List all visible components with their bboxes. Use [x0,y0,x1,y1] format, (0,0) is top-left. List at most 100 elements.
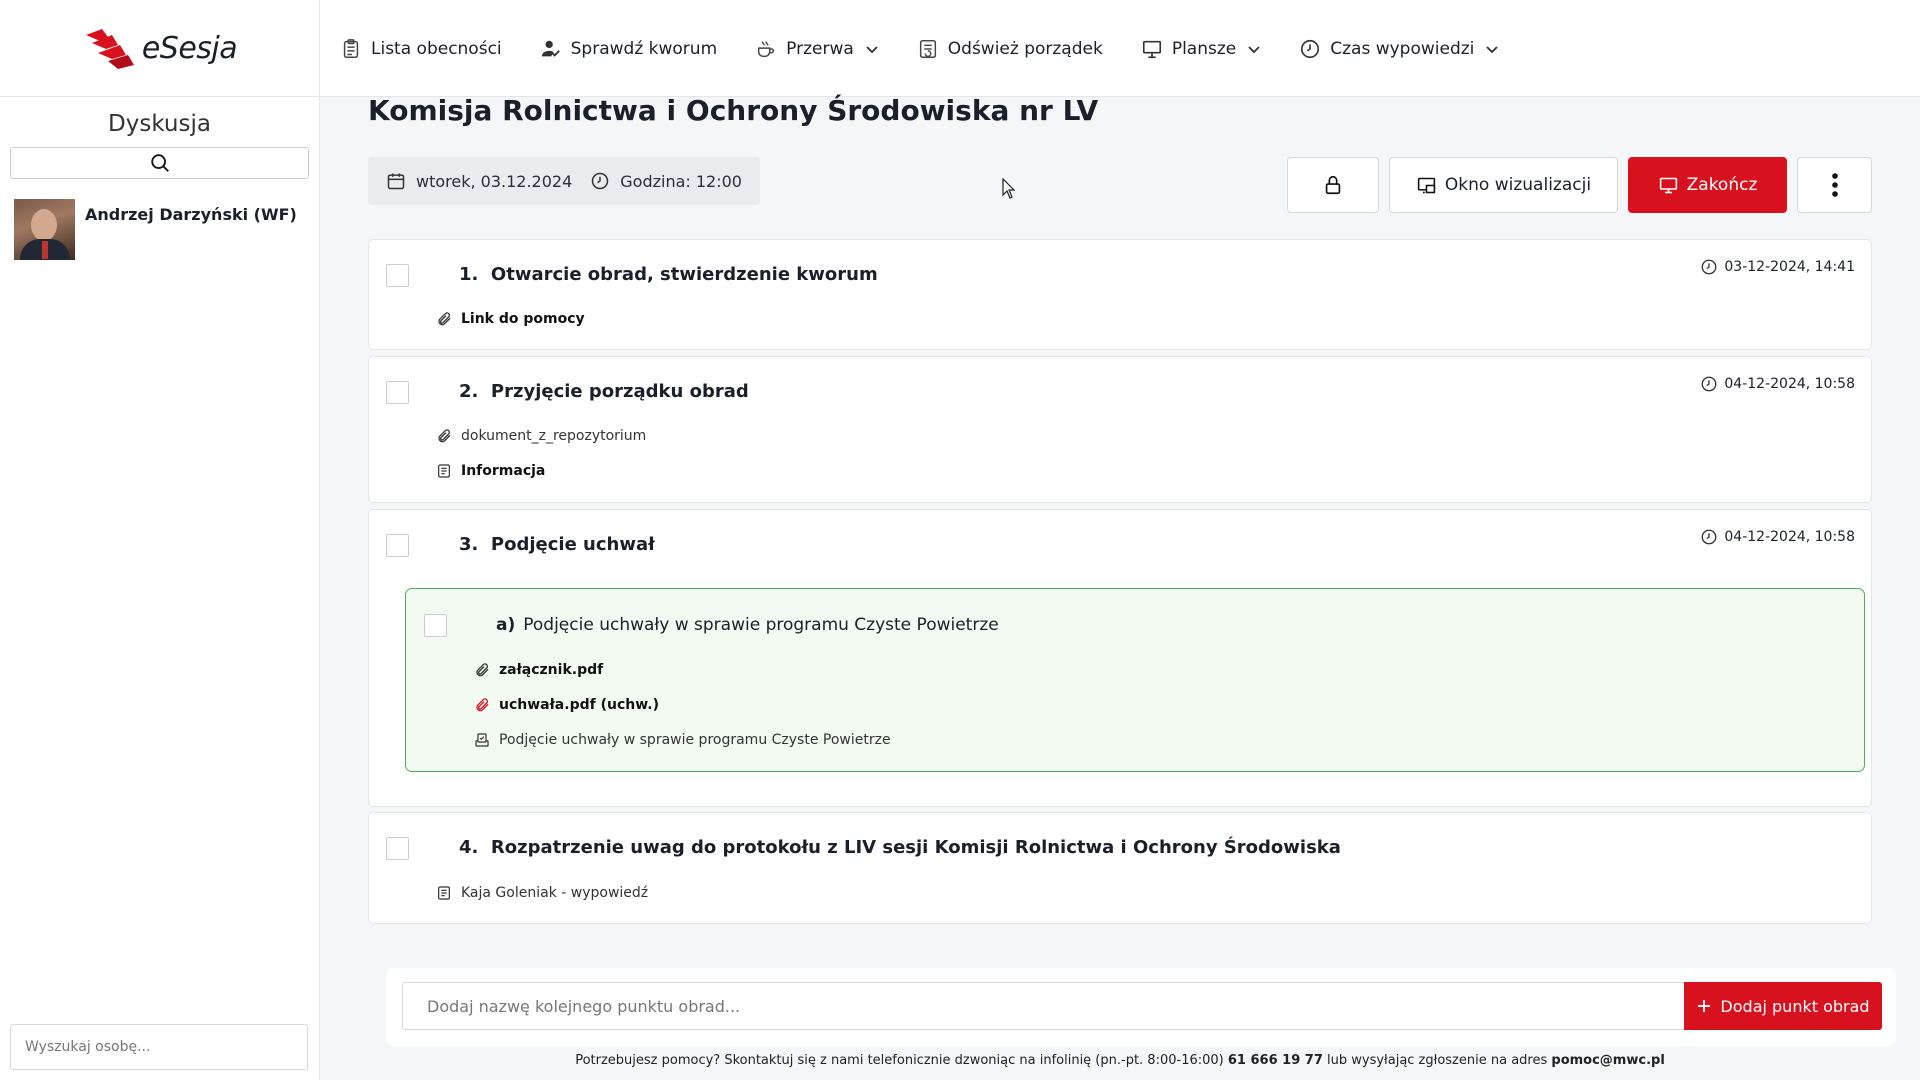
attachment-link[interactable]: uchwała.pdf (uchw.) [474,697,659,713]
attachment-link[interactable]: Link do pomocy [436,311,585,327]
agenda-item: 3. Podjęcie uchwał 04-12-2024, 10:58 a) P… [368,509,1872,807]
mouse-cursor-icon [1002,178,1016,199]
clock-icon [1701,529,1717,545]
vote-icon [475,733,489,747]
more-vertical-icon [1831,173,1838,197]
chevron-down-icon [1486,45,1499,53]
speaker-name: Andrzej Darzyński (WF) [85,205,297,224]
logo[interactable]: eSesja [0,0,320,97]
agenda-item-title-text: Otwarcie obrad, stwierdzenie kworum [490,264,878,285]
window-icon [1417,177,1436,193]
timestamp-text: 03-12-2024, 14:41 [1724,259,1855,275]
nav-refresh-agenda[interactable]: Odśwież porządek [917,38,1103,60]
clock-icon [1701,259,1717,275]
user-check-icon [541,40,560,57]
help-footer: Potrzebujesz pomocy? Skontaktuj się z na… [320,1053,1920,1068]
paperclip-icon [476,663,489,677]
agenda-item-title[interactable]: 1. Otwarcie obrad, stwierdzenie kworum [459,264,878,285]
attachment-label: Informacja [461,463,546,479]
coffee-icon [758,41,775,57]
lock-icon [1325,175,1341,195]
agenda-subitem-checkbox[interactable] [424,614,447,637]
session-time: Godzina: 12:00 [620,171,742,191]
sidebar-title: Dyskusja [108,111,211,137]
calendar-icon [387,173,405,190]
clock-icon [1701,376,1717,392]
agenda-item: 4. Rozpatrzenie uwag do protokołu z LIV … [368,812,1872,924]
agenda-item-checkbox[interactable] [386,534,409,557]
person-search-input[interactable]: Wyszukaj osobę... [10,1024,308,1070]
presentation-icon [1142,40,1161,58]
search-icon [150,154,169,172]
add-agenda-point-label: Dodaj punkt obrad [1720,996,1870,1016]
paperclip-icon [438,429,451,443]
agenda-item-number: 1. [459,264,479,285]
top-bar: eSesja Lista obecności Sprawdź kworum Pr… [0,0,1920,97]
agenda-item-timestamp: 04-12-2024, 10:58 [1700,375,1855,393]
avatar [14,199,75,260]
agenda-item-timestamp: 03-12-2024, 14:41 [1700,258,1855,276]
logo-mark-icon [85,28,134,69]
agenda-item-timestamp: 04-12-2024, 10:58 [1700,528,1855,546]
nav-boards[interactable]: Plansze [1141,38,1261,60]
document-icon [438,886,450,900]
visualization-window-button[interactable]: Okno wizualizacji [1389,157,1618,213]
agenda-item-title[interactable]: 2. Przyjęcie porządku obrad [459,381,749,402]
add-agenda-point-button[interactable]: Dodaj punkt obrad [1684,982,1882,1030]
top-nav: Lista obecności Sprawdź kworum Przerwa O… [340,0,1499,97]
attachment-link[interactable]: Kaja Goleniak - wypowiedź [436,885,648,901]
timestamp-text: 04-12-2024, 10:58 [1724,376,1855,392]
speaker-list-item[interactable]: Andrzej Darzyński (WF) [14,199,319,260]
plus-icon [1698,1000,1711,1012]
new-agenda-point-input[interactable]: Dodaj nazwę kolejnego punktu obrad... [402,982,1686,1030]
nav-label: Lista obecności [371,38,502,59]
agenda-item-title-text: Przyjęcie porządku obrad [490,381,749,402]
agenda-item-title-text: Podjęcie uchwał [490,534,655,555]
attachment-label: Kaja Goleniak - wypowiedź [461,885,649,901]
attachment-link[interactable]: Informacja [436,463,545,479]
agenda-item-checkbox[interactable] [386,381,409,404]
agenda-item-title[interactable]: 3. Podjęcie uchwał [459,534,655,555]
lock-button[interactable] [1287,157,1379,213]
agenda-item: 1. Otwarcie obrad, stwierdzenie kworum 0… [368,239,1872,350]
sidebar-discussion: Dyskusja Andrzej Darzyński (WF) Wyszukaj… [0,97,320,1080]
more-options-button[interactable] [1797,157,1872,213]
end-session-label: Zakończ [1686,175,1758,195]
timestamp-text: 04-12-2024, 10:58 [1724,529,1855,545]
agenda-subitem-title[interactable]: a) Podjęcie uchwały w sprawie programu Cz… [496,615,999,635]
document-icon [438,464,450,478]
attachment-link[interactable]: dokument_z_repozytorium [436,428,646,444]
subitem-letter: a) [496,615,516,635]
attachment-label: dokument_z_repozytorium [461,428,647,444]
footer-text: Potrzebujesz pomocy? Skontaktuj się z na… [575,1053,1224,1068]
attachment-link[interactable]: załącznik.pdf [474,662,603,678]
agenda-item-checkbox[interactable] [386,264,409,287]
attachment-label: załącznik.pdf [499,662,604,678]
attachment-label: uchwała.pdf (uchw.) [499,697,659,713]
agenda-item-checkbox[interactable] [386,837,409,860]
add-agenda-point-bar: Dodaj nazwę kolejnego punktu obrad... Do… [386,968,1896,1046]
nav-label: Przerwa [786,38,854,59]
footer-email[interactable]: pomoc@mwc.pl [1551,1053,1664,1068]
nav-check-quorum[interactable]: Sprawdź kworum [540,38,717,60]
footer-phone[interactable]: 61 666 19 77 [1228,1053,1323,1068]
nav-break[interactable]: Przerwa [755,38,879,60]
refresh-list-icon [919,39,936,58]
visualization-window-label: Okno wizualizacji [1444,175,1592,195]
end-session-button[interactable]: Zakończ [1628,157,1787,213]
vote-link[interactable]: Podjęcie uchwały w sprawie programu Czys… [474,732,891,748]
agenda-item-number: 2. [459,381,479,402]
logo-text: eSesja [141,31,238,66]
nav-attendance-list[interactable]: Lista obecności [340,38,502,60]
sidebar-search-button[interactable] [10,147,309,179]
agenda-item-number: 3. [459,534,479,555]
nav-label: Plansze [1171,38,1237,59]
monitor-icon [1659,177,1677,193]
nav-label: Sprawdź kworum [570,38,718,59]
nav-label: Odśwież porządek [947,38,1103,59]
agenda-item-title[interactable]: 4. Rozpatrzenie uwag do protokołu z LIV … [459,837,1341,858]
nav-speech-time[interactable]: Czas wypowiedzi [1299,38,1499,60]
attachment-label: Link do pomocy [461,311,585,327]
chevron-down-icon [866,45,878,53]
agenda-item-title-text: Rozpatrzenie uwag do protokołu z LIV ses… [490,837,1341,858]
